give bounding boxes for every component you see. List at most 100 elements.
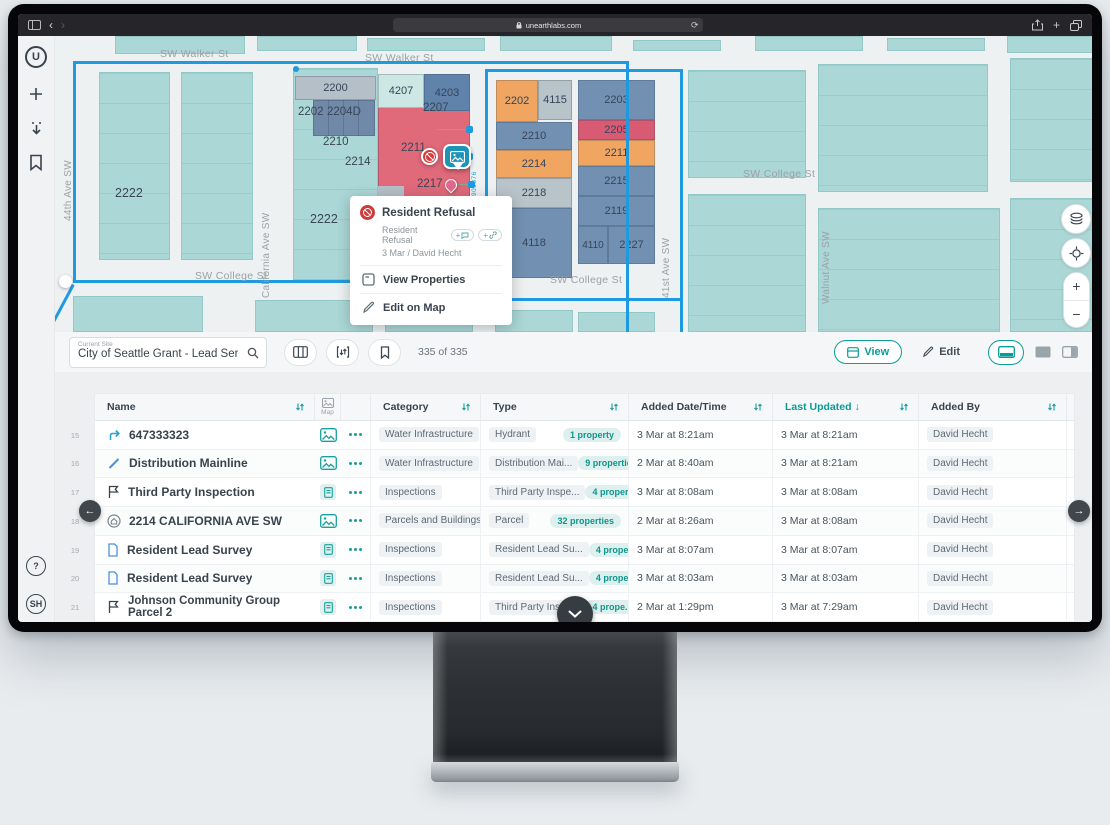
street-label: SW Walker St xyxy=(160,48,229,60)
edit-button[interactable]: Edit xyxy=(914,340,968,364)
table-row[interactable]: Third Party Inspection Inspections Third… xyxy=(95,478,1074,508)
row-name[interactable]: 647333323 xyxy=(129,428,189,442)
layout-split-horizontal-button[interactable] xyxy=(988,339,1024,365)
view-properties-button[interactable]: View Properties xyxy=(360,265,502,293)
row-actions-button[interactable] xyxy=(341,535,371,564)
header-name[interactable]: Name xyxy=(95,394,315,420)
row-name[interactable]: Resident Lead Survey xyxy=(127,543,252,557)
photo-marker-selected[interactable] xyxy=(443,144,471,170)
monitor-stand xyxy=(433,632,677,763)
sort-icon[interactable] xyxy=(609,402,619,412)
header-category[interactable]: Category xyxy=(371,394,481,420)
scroll-right-button[interactable]: → xyxy=(1068,500,1090,522)
reload-icon[interactable]: ⟳ xyxy=(691,20,699,31)
map-block xyxy=(73,296,203,332)
table-row[interactable]: Distribution Mainline Water Infrastructu… xyxy=(95,449,1074,479)
share-icon[interactable] xyxy=(1031,19,1043,31)
header-added-date[interactable]: Added Date/Time xyxy=(629,394,773,420)
row-name[interactable]: Third Party Inspection xyxy=(128,485,255,499)
row-form-button[interactable] xyxy=(315,536,341,564)
back-button[interactable]: ‹ xyxy=(49,19,53,31)
row-name[interactable]: Distribution Mainline xyxy=(129,456,248,470)
sort-icon[interactable] xyxy=(295,402,305,412)
tab-overview-icon[interactable] xyxy=(1069,19,1082,31)
row-actions-button[interactable] xyxy=(341,478,371,507)
flag-feature-icon xyxy=(108,486,119,499)
sort-icon[interactable] xyxy=(1047,402,1057,412)
layers-button[interactable] xyxy=(1061,204,1091,234)
table-row[interactable]: Resident Lead Survey Inspections Residen… xyxy=(95,535,1074,565)
url-text: unearthlabs.com xyxy=(525,20,582,30)
bookmarks-button[interactable] xyxy=(368,338,401,366)
sort-icon[interactable] xyxy=(753,402,763,412)
header-added-by[interactable]: Added By xyxy=(919,394,1067,420)
row-actions-button[interactable] xyxy=(341,564,371,593)
map-canvas[interactable]: 2222 2200 2202 2204D 2210 2214 2222 4207… xyxy=(55,36,1092,332)
sidebar-toggle-icon[interactable] xyxy=(28,20,41,30)
site-field-label: Current Site xyxy=(78,340,113,348)
download-icon[interactable] xyxy=(29,120,44,136)
address-bar[interactable]: unearthlabs.com ⟳ xyxy=(393,18,704,32)
row-map-button[interactable] xyxy=(315,421,341,449)
locate-button[interactable] xyxy=(1061,238,1091,268)
boundary-vertex[interactable] xyxy=(59,275,72,288)
add-icon[interactable] xyxy=(28,86,44,102)
view-button[interactable]: View xyxy=(834,340,903,364)
user-avatar[interactable]: SH xyxy=(26,594,46,614)
new-tab-button[interactable]: + xyxy=(1053,19,1060,31)
row-form-button[interactable] xyxy=(315,565,341,593)
scroll-left-button[interactable]: ← xyxy=(79,500,101,522)
row-form-button[interactable] xyxy=(315,478,341,506)
layout-full-button[interactable] xyxy=(1035,346,1051,358)
edit-on-map-button[interactable]: Edit on Map xyxy=(360,293,502,321)
link-icon xyxy=(489,231,497,239)
row-actions-button[interactable] xyxy=(341,593,371,621)
header-type[interactable]: Type xyxy=(481,394,629,420)
row-name[interactable]: Johnson Community Group Parcel 2 xyxy=(128,595,315,619)
unearth-logo[interactable]: U xyxy=(25,46,47,68)
leader-node[interactable] xyxy=(466,126,473,133)
layout-split-vertical-button[interactable] xyxy=(1062,346,1078,358)
leader-line xyxy=(437,129,468,130)
resident-refusal-marker[interactable] xyxy=(421,148,438,165)
parcel-2200[interactable]: 2200 xyxy=(295,76,376,100)
row-actions-button[interactable] xyxy=(341,420,371,449)
sort-icon[interactable] xyxy=(461,402,471,412)
row-name[interactable]: Resident Lead Survey xyxy=(127,571,252,585)
leader-node[interactable] xyxy=(468,181,475,188)
map-node[interactable] xyxy=(293,66,299,72)
header-last-updated[interactable]: Last Updated ↓ xyxy=(773,394,919,420)
view-icon xyxy=(847,346,860,358)
table-row[interactable]: 2214 CALIFORNIA AVE SW Parcels and Build… xyxy=(95,507,1074,536)
current-site-field[interactable]: Current Site City of Seattle Grant - Lea… xyxy=(69,336,267,368)
street-label: SW College St xyxy=(743,168,816,180)
row-map-button[interactable] xyxy=(315,450,341,478)
search-icon[interactable] xyxy=(247,347,259,359)
zoom-in-button[interactable]: + xyxy=(1064,273,1089,301)
row-actions-button[interactable] xyxy=(341,449,371,478)
updated-date: 3 Mar at 8:08am xyxy=(773,507,919,535)
add-comment-button[interactable]: + xyxy=(450,229,475,241)
forward-button[interactable]: › xyxy=(61,19,65,31)
sort-fields-button[interactable] xyxy=(326,338,359,366)
row-name[interactable]: 2214 CALIFORNIA AVE SW xyxy=(129,514,282,528)
map-block xyxy=(578,312,655,332)
row-form-button[interactable] xyxy=(315,593,341,621)
arrow-feature-icon xyxy=(109,430,120,441)
help-button[interactable]: ? xyxy=(26,556,46,576)
table-view-button[interactable] xyxy=(284,338,317,366)
category-pill: Inspections xyxy=(379,570,442,586)
row-actions-button[interactable] xyxy=(341,507,371,535)
table-row[interactable]: 647333323 Water Infrastructure Hydrant 1 … xyxy=(95,420,1074,450)
bookmark-icon[interactable] xyxy=(29,154,43,171)
row-map-button[interactable] xyxy=(315,507,341,535)
parcel-4207[interactable]: 4207 xyxy=(378,74,424,108)
site-boundary xyxy=(485,69,683,301)
zoom-out-button[interactable]: − xyxy=(1064,301,1089,328)
document-feature-icon xyxy=(108,571,118,586)
sort-icon[interactable] xyxy=(899,402,909,412)
table-row[interactable]: Resident Lead Survey Inspections Residen… xyxy=(95,564,1074,594)
map-block xyxy=(181,72,253,260)
add-link-button[interactable]: + xyxy=(478,229,502,241)
header-map: Map xyxy=(315,394,341,420)
